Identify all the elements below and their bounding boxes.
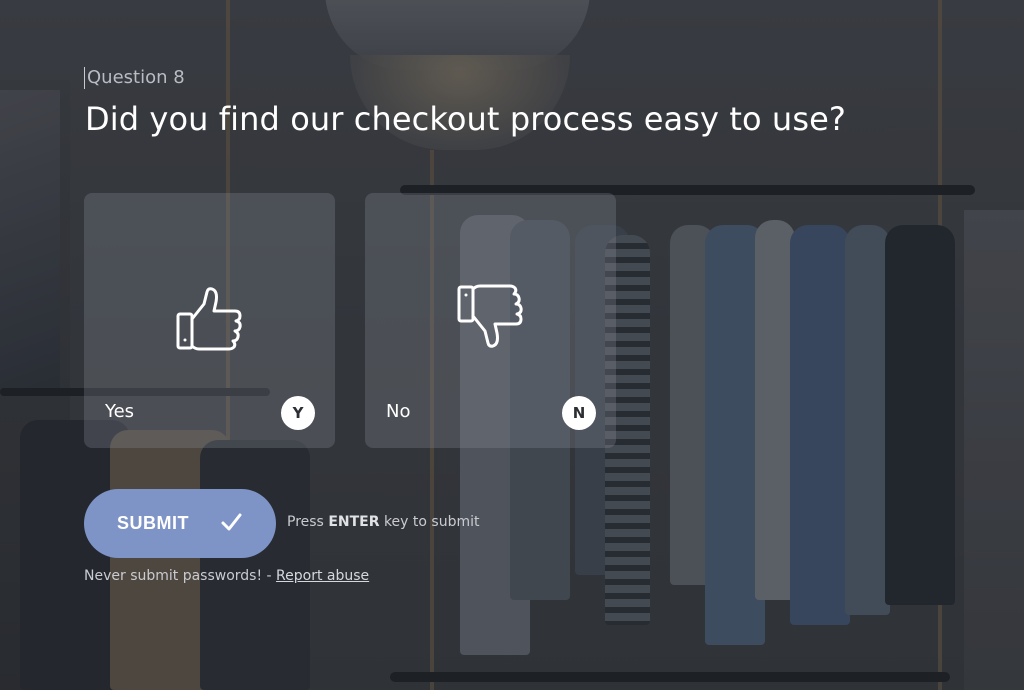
choice-yes[interactable]: Yes Y bbox=[84, 193, 335, 448]
report-abuse-link[interactable]: Report abuse bbox=[276, 568, 369, 584]
footer-notice: Never submit passwords! - Report abuse bbox=[84, 568, 369, 584]
question-title: Did you find our checkout process easy t… bbox=[85, 100, 846, 138]
choice-no[interactable]: No N bbox=[365, 193, 616, 448]
choice-yes-key-badge: Y bbox=[281, 396, 315, 430]
choice-no-label: No bbox=[386, 401, 411, 422]
checkmark-icon bbox=[221, 513, 242, 531]
enter-key-label: ENTER bbox=[328, 514, 380, 530]
choice-yes-label: Yes bbox=[105, 401, 135, 422]
submit-button[interactable]: SUBMIT bbox=[84, 489, 276, 558]
choice-no-key-badge: N bbox=[562, 396, 596, 430]
thumbs-up-icon bbox=[176, 287, 242, 351]
submit-button-label: SUBMIT bbox=[117, 513, 189, 533]
thumbs-down-icon bbox=[457, 284, 523, 348]
password-warning: Never submit passwords! - bbox=[84, 568, 272, 584]
question-number: Question 8 bbox=[84, 67, 185, 89]
survey-form: Question 8 Did you find our checkout pro… bbox=[0, 0, 1024, 690]
submit-hint: Press ENTER key to submit bbox=[287, 514, 480, 530]
